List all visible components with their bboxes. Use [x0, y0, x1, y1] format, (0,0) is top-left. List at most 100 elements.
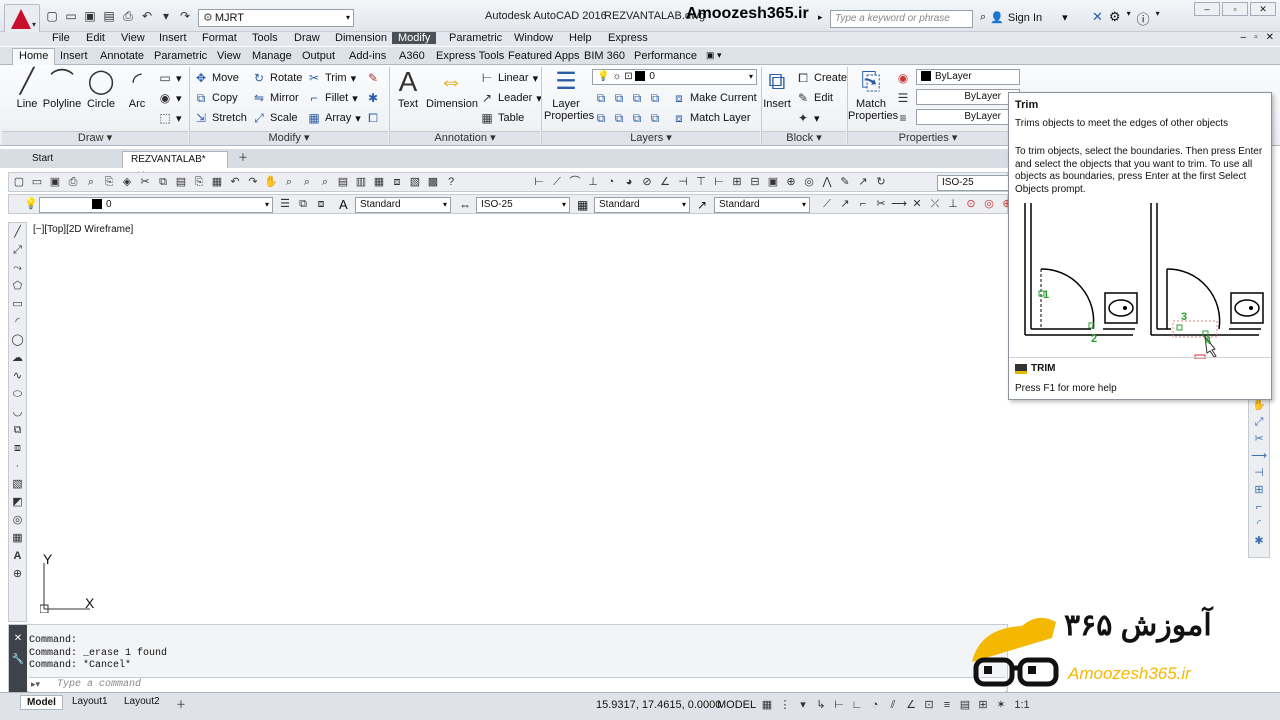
tool-palettes-icon[interactable]: ▦ — [371, 175, 387, 190]
snap-center-icon[interactable]: ◎ — [981, 197, 997, 212]
array-button[interactable]: ▦ Array ▾ — [307, 111, 360, 125]
line-icon[interactable]: ╱ — [9, 223, 26, 241]
mirror-button[interactable]: ⇋ Mirror — [252, 91, 299, 105]
point-icon[interactable]: · — [9, 457, 26, 475]
edit-block-button[interactable]: ✎ Edit — [796, 91, 833, 105]
center-mark-icon[interactable]: ⊕ — [783, 175, 799, 190]
restore-icon[interactable]: ▫ — [1222, 2, 1248, 16]
properties-icon[interactable]: ▤ — [335, 175, 351, 190]
layer-select[interactable]: 0 ▾ — [39, 197, 273, 213]
save-as-icon[interactable]: ▤ — [101, 9, 117, 23]
line-button[interactable]: ╱ Line — [12, 68, 42, 110]
stretch-button[interactable]: ⇲ Stretch — [194, 111, 247, 125]
construction-line-icon[interactable]: ⤢ — [9, 241, 26, 259]
text-button[interactable]: A Text — [394, 68, 422, 111]
menu-dimension[interactable]: Dimension — [329, 32, 393, 44]
ortho-icon[interactable]: ∟ — [850, 697, 864, 713]
erase-icon[interactable]: ✕ — [909, 197, 925, 212]
snap-icon[interactable]: ⋮ — [778, 697, 792, 713]
layout1-tab[interactable]: Layout1 — [66, 695, 114, 708]
ellipse-arc-icon[interactable]: ◡ — [9, 403, 26, 421]
match-prop-icon[interactable]: ⎘ — [191, 175, 207, 190]
snap-icon[interactable]: ⊙ — [963, 197, 979, 212]
dropdown-icon[interactable]: ▾ — [1156, 9, 1160, 28]
open-file-icon[interactable]: ▭ — [63, 9, 79, 23]
osnap-icon[interactable]: ⊡ — [922, 697, 936, 713]
command-input[interactable]: Type a command — [29, 677, 1005, 692]
wrench-icon[interactable]: 🔧 — [9, 654, 27, 665]
block-attributes-button[interactable]: ✦ ▾ — [796, 111, 820, 125]
start-tab[interactable]: Start — [24, 151, 61, 168]
command-line-grip[interactable]: ✕ 🔧 — [9, 625, 27, 693]
quickcalc-icon[interactable]: ▩ — [425, 175, 441, 190]
tab-manage[interactable]: Manage — [246, 49, 298, 63]
connect-icon[interactable]: ⚙ — [1109, 9, 1121, 28]
tab-bim-360[interactable]: BIM 360 — [578, 49, 631, 63]
doc-close-icon[interactable]: ✕ — [1266, 32, 1274, 43]
zoom-realtime-icon[interactable]: ⌕ — [281, 175, 297, 190]
fillet-button[interactable]: ⌐ Fillet ▾ — [307, 91, 357, 105]
explode-icon[interactable]: ✱ — [1249, 533, 1269, 550]
match-layer-button[interactable]: ⧈ Match Layer — [672, 111, 750, 125]
doc-restore-icon[interactable]: ▫ — [1254, 32, 1258, 43]
model-space-toggle[interactable]: MODEL — [717, 699, 756, 711]
menu-view[interactable]: View — [115, 32, 151, 44]
dim-ordinate-icon[interactable]: ⊥ — [585, 175, 601, 190]
layer-dropdown[interactable]: 💡 ☼ ⊡ 0 ▾ — [592, 69, 757, 85]
chamfer-icon[interactable]: ⌐ — [1249, 499, 1269, 516]
exchange-icon[interactable]: ✕ — [1092, 9, 1103, 28]
dim-jogged-icon[interactable]: ◕ — [621, 175, 637, 190]
extend-icon[interactable]: ⟶ — [1249, 448, 1269, 465]
command-prompt-icon[interactable]: ▸▾ — [31, 679, 40, 690]
pan-icon[interactable]: ✋ — [263, 175, 279, 190]
layer-previous-icon[interactable]: ⧉ — [295, 197, 311, 212]
color-dropdown[interactable]: ByLayer — [916, 69, 1020, 85]
application-menu-button[interactable]: ▾ — [4, 4, 40, 34]
menu-modify[interactable]: Modify — [392, 32, 437, 44]
coordinates-readout[interactable]: 15.9317, 17.4615, 0.0000 — [596, 699, 721, 711]
revcloud-icon[interactable]: ☁ — [9, 349, 26, 367]
copy-icon[interactable]: ⧉ — [155, 175, 171, 190]
insert-block-icon[interactable]: ⧉ — [9, 421, 26, 439]
dim-update-icon[interactable]: ↻ — [873, 175, 889, 190]
menu-tools[interactable]: Tools — [246, 32, 284, 44]
new-icon[interactable]: ▢ — [11, 175, 27, 190]
infer-icon[interactable]: ↳ — [814, 697, 828, 713]
break-icon[interactable]: ⌐ — [855, 197, 871, 212]
undo-icon[interactable]: ↶ — [227, 175, 243, 190]
dropdown-icon[interactable]: ▾ — [796, 697, 810, 713]
circle-icon[interactable]: ◯ — [9, 331, 26, 349]
osnap-tracking-icon[interactable]: ∠ — [904, 697, 918, 713]
tab-options-icon[interactable]: ▣ ▾ — [700, 49, 728, 62]
menu-insert[interactable]: Insert — [153, 32, 193, 44]
close-icon[interactable]: ✕ — [9, 633, 27, 644]
erase-button[interactable]: ✎ — [366, 71, 380, 85]
zoom-previous-icon[interactable]: ⌕ — [317, 175, 333, 190]
sign-in-button[interactable]: ⌕ 👤 Sign In ▾ — [980, 11, 1068, 24]
arc-icon[interactable]: ◜ — [9, 313, 26, 331]
transparency-icon[interactable]: ▤ — [958, 697, 972, 713]
lineweight-icon[interactable]: ≡ — [940, 697, 954, 713]
new-tab-button[interactable]: ＋ — [230, 151, 256, 168]
extend-icon[interactable]: ⟶ — [891, 197, 907, 212]
ellipse-icon[interactable]: ⬭ — [9, 385, 26, 403]
tab-view[interactable]: View — [211, 49, 247, 63]
xline-icon[interactable]: ⤫ — [927, 197, 943, 212]
tab-annotate[interactable]: Annotate — [94, 49, 150, 63]
redo-icon[interactable]: ↷ — [245, 175, 261, 190]
make-block-icon[interactable]: ⧈ — [9, 439, 26, 457]
workspace-select[interactable]: ⚙ MJRT ▾ — [198, 9, 354, 27]
table-button[interactable]: ▦ Table — [480, 111, 524, 125]
undo-icon[interactable]: ↶ — [139, 9, 155, 23]
layer-tools-row-1[interactable]: ⧉ ⧉ ⧉ ⧉ — [594, 91, 662, 105]
help-icon[interactable]: ? — [443, 175, 459, 190]
hatch-icon[interactable]: ▧ — [9, 475, 26, 493]
block-panel-title[interactable]: Block ▾ — [762, 131, 846, 145]
polyline-icon[interactable]: ⤳ — [9, 259, 26, 277]
join-icon[interactable]: ⊞ — [1249, 482, 1269, 499]
dim-style-select[interactable]: ISO-25 ▾ — [476, 197, 570, 213]
quick-dim-icon[interactable]: ⊣ — [675, 175, 691, 190]
break-icon[interactable]: ⊣ — [1249, 465, 1269, 482]
table-style-select[interactable]: Standard ▾ — [594, 197, 690, 213]
linetype-dropdown[interactable]: ByLayer — [916, 89, 1020, 105]
